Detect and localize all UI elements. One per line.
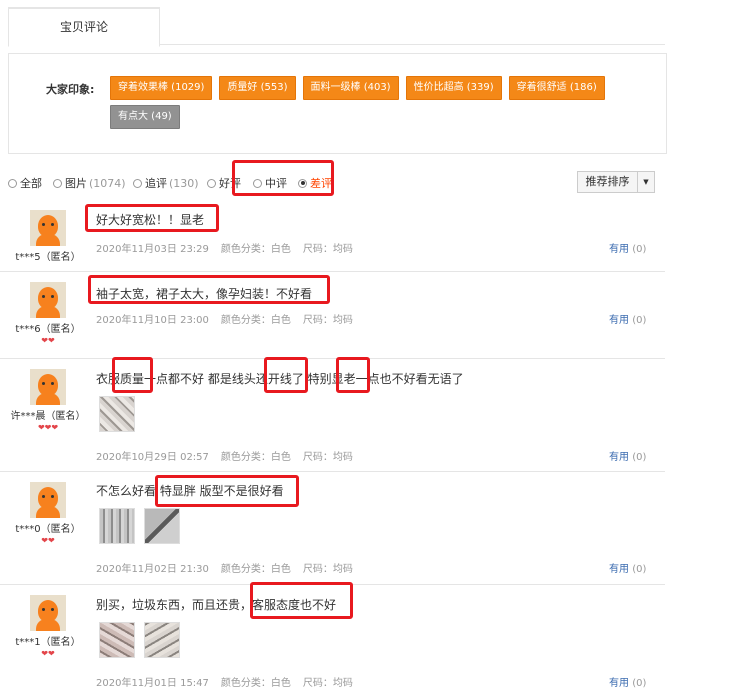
avatar[interactable] bbox=[30, 482, 66, 518]
highlight-box bbox=[232, 160, 334, 196]
reviewer: 许***晨（匿名） ❤❤❤ bbox=[0, 369, 96, 433]
heart-rank-icon: ❤❤ bbox=[41, 649, 55, 658]
review-meta: 2020年11月03日 23:29 颜色分类：白色 尺码：均码 bbox=[96, 244, 353, 255]
highlight-box bbox=[155, 475, 299, 507]
review-item: 许***晨（匿名） ❤❤❤ 衣服质量一点都不好 都是线头还开线了 特别显老一点也… bbox=[0, 359, 665, 472]
tab-bar: 宝贝评论 bbox=[8, 0, 665, 47]
heart-rank-icon: ❤❤❤ bbox=[37, 423, 59, 432]
reviewer: t***5（匿名） bbox=[0, 210, 96, 263]
impression-tag[interactable]: 面料一级棒 (403) bbox=[302, 76, 399, 100]
impression-label: 大家印象: bbox=[46, 83, 95, 96]
review-meta: 2020年11月01日 15:47 颜色分类：白色 尺码：均码 bbox=[96, 678, 353, 689]
impression-tag[interactable]: 穿着很舒适 (186) bbox=[508, 76, 605, 100]
highlight-box bbox=[85, 204, 219, 232]
highlight-box bbox=[264, 357, 308, 393]
review-photo[interactable] bbox=[144, 508, 180, 544]
filter-pictures[interactable]: 图片 (1074) bbox=[53, 175, 126, 191]
impression-tag[interactable]: 质量好 (553) bbox=[219, 76, 296, 100]
review-photos bbox=[99, 622, 180, 658]
impression-tag[interactable]: 性价比超高 (339) bbox=[405, 76, 502, 100]
review-meta: 2020年11月02日 21:30 颜色分类：白色 尺码：均码 bbox=[96, 564, 353, 575]
reviewer-name: 许***晨（匿名） bbox=[10, 411, 86, 422]
avatar[interactable] bbox=[30, 282, 66, 318]
highlight-box bbox=[88, 275, 330, 304]
heart-rank-icon: ❤❤ bbox=[41, 336, 55, 345]
avatar[interactable] bbox=[30, 595, 66, 631]
highlight-box bbox=[112, 357, 153, 393]
reviewer-name: t***0（匿名） bbox=[15, 524, 81, 535]
filter-all[interactable]: 全部 bbox=[8, 175, 42, 191]
reviewer: t***0（匿名） ❤❤ bbox=[0, 482, 96, 546]
highlight-box bbox=[250, 582, 353, 619]
useful-button[interactable]: 有用 (0) bbox=[609, 240, 646, 255]
reviewer: t***1（匿名） ❤❤ bbox=[0, 595, 96, 659]
avatar[interactable] bbox=[30, 369, 66, 405]
radio-icon[interactable] bbox=[207, 178, 216, 188]
useful-button[interactable]: 有用 (0) bbox=[609, 311, 646, 326]
review-photo[interactable] bbox=[99, 508, 135, 544]
review-photo[interactable] bbox=[99, 396, 135, 432]
useful-button[interactable]: 有用 (0) bbox=[609, 674, 646, 689]
impression-tags-row: 穿着效果棒 (1029) 质量好 (553) 面料一级棒 (403) 性价比超高… bbox=[110, 76, 605, 100]
radio-icon[interactable] bbox=[133, 178, 142, 188]
review-photos bbox=[99, 508, 180, 544]
heart-rank-icon: ❤❤ bbox=[41, 536, 55, 545]
sort-dropdown[interactable]: 推荐排序 ▼ bbox=[577, 171, 655, 193]
impression-panel: 大家印象: 穿着效果棒 (1029) 质量好 (553) 面料一级棒 (403)… bbox=[8, 53, 667, 154]
reviewer: t***6（匿名） ❤❤ bbox=[0, 282, 96, 346]
avatar[interactable] bbox=[30, 210, 66, 246]
caret-down-icon[interactable]: ▼ bbox=[638, 178, 654, 186]
filter-followup[interactable]: 追评 (130) bbox=[133, 175, 199, 191]
useful-button[interactable]: 有用 (0) bbox=[609, 448, 646, 463]
impression-tags-row: 有点大 (49) bbox=[110, 105, 180, 129]
impression-tag[interactable]: 穿着效果棒 (1029) bbox=[110, 76, 213, 100]
review-item: t***0（匿名） ❤❤ 不怎么好看 特显胖 版型不是很好看 2020年11月0… bbox=[0, 472, 665, 585]
useful-button[interactable]: 有用 (0) bbox=[609, 560, 646, 575]
reviewer-name: t***5（匿名） bbox=[15, 252, 81, 263]
impression-tag[interactable]: 有点大 (49) bbox=[110, 105, 180, 129]
highlight-box bbox=[336, 357, 370, 393]
review-meta: 2020年11月10日 23:00 颜色分类：白色 尺码：均码 bbox=[96, 315, 353, 326]
review-photos bbox=[99, 396, 135, 432]
tab-reviews[interactable]: 宝贝评论 bbox=[8, 7, 160, 47]
reviewer-name: t***6（匿名） bbox=[15, 324, 81, 335]
reviewer-name: t***1（匿名） bbox=[15, 637, 81, 648]
radio-icon[interactable] bbox=[53, 178, 62, 188]
review-meta: 2020年10月29日 02:57 颜色分类：白色 尺码：均码 bbox=[96, 452, 353, 463]
review-photo[interactable] bbox=[99, 622, 135, 658]
sort-label: 推荐排序 bbox=[578, 172, 638, 192]
review-photo[interactable] bbox=[144, 622, 180, 658]
radio-icon[interactable] bbox=[8, 178, 17, 188]
